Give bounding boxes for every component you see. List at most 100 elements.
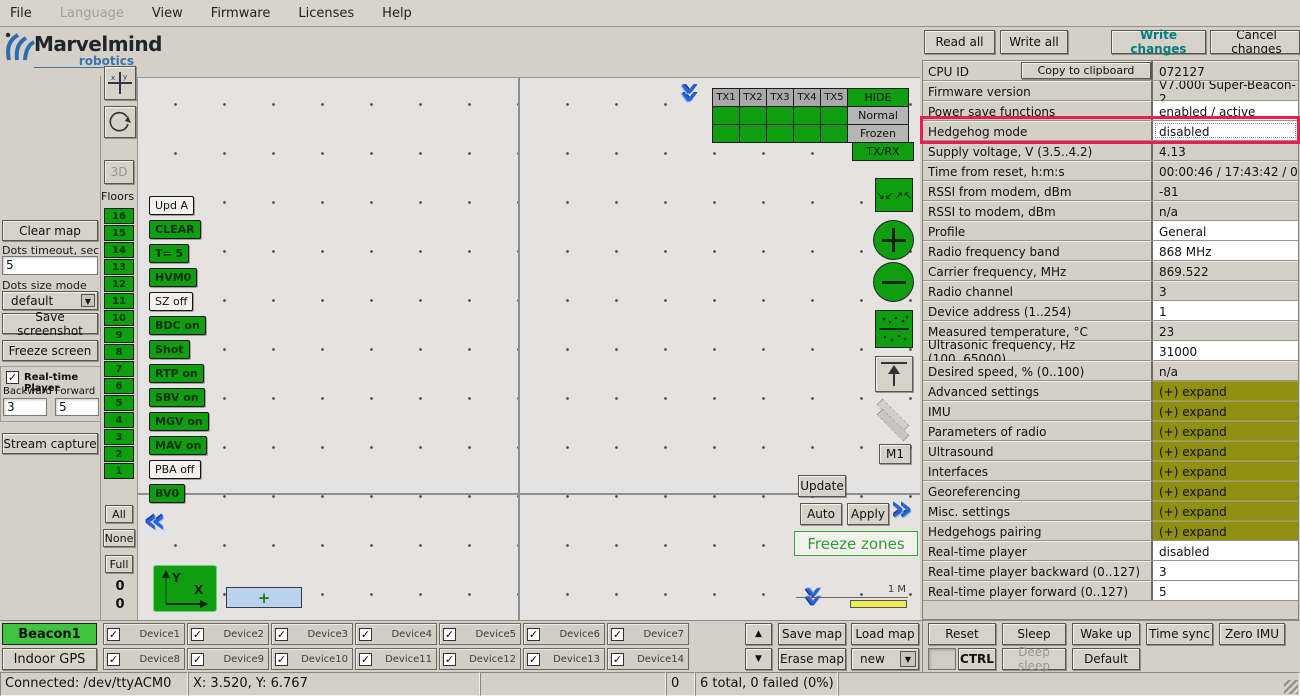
axes-view-button[interactable]: x y [104, 66, 136, 100]
menu-item-view[interactable]: View [152, 6, 183, 21]
collapse-up-icon[interactable]: » [677, 82, 703, 104]
checkbox-checked-icon[interactable]: ✓ [191, 628, 204, 641]
floor-button-9[interactable]: 9 [104, 327, 134, 343]
tool-button-shot[interactable]: Shot [149, 340, 190, 359]
parameter-value[interactable]: (+) expand [1153, 401, 1298, 420]
checkbox-checked-icon[interactable]: ✓ [443, 628, 456, 641]
m1-button[interactable]: M1 [879, 444, 911, 464]
device-toggle-device1[interactable]: ✓Device1 [103, 623, 185, 645]
copy-to-clipboard-button[interactable]: Copy to clipboard [1021, 62, 1151, 79]
checkbox-checked-icon[interactable]: ✓ [359, 653, 372, 666]
upload-icon[interactable] [875, 356, 913, 392]
chevron-down-icon[interactable]: ▼ [900, 651, 916, 667]
checkbox-checked-icon[interactable]: ✓ [611, 628, 624, 641]
parameter-value[interactable]: enabled / active [1153, 101, 1298, 120]
realtime-player-checkbox[interactable]: ✓ [6, 371, 19, 384]
tool-button-pba-off[interactable]: PBA off [149, 460, 201, 479]
tool-button-sz-off[interactable]: SZ off [149, 292, 193, 311]
time-sync-button[interactable]: Time sync [1146, 623, 1213, 645]
device-toggle-device4[interactable]: ✓Device4 [355, 623, 437, 645]
tool-button-mav-on[interactable]: MAV on [149, 436, 207, 455]
parameter-value[interactable]: disabled [1153, 541, 1298, 560]
load-map-button[interactable]: Load map [851, 623, 919, 645]
tool-button-sbv-on[interactable]: SBV on [149, 388, 205, 407]
erase-map-button[interactable]: Erase map [778, 648, 846, 670]
save-screenshot-button[interactable]: Save screenshot [2, 313, 98, 334]
tool-button-hvm0[interactable]: HVM0 [149, 268, 197, 287]
ctrl-button[interactable]: CTRL [958, 648, 996, 670]
deep-sleep-button[interactable]: Deep sleep [1002, 648, 1066, 670]
save-map-button[interactable]: Save map [778, 623, 846, 645]
stream-capture-button[interactable]: Stream capture [2, 433, 98, 454]
tx-header-tx1[interactable]: TX1 [712, 88, 740, 107]
floor-button-12[interactable]: 12 [104, 276, 134, 292]
wake-up-button[interactable]: Wake up [1072, 623, 1140, 645]
floor-button-1[interactable]: 1 [104, 463, 134, 479]
tx-header-tx2[interactable]: TX2 [739, 88, 767, 107]
floors-none-button[interactable]: None [103, 529, 135, 547]
device-toggle-device10[interactable]: ✓Device10 [271, 648, 353, 670]
add-submap-button[interactable]: + [226, 587, 302, 608]
parameter-value[interactable]: 3 [1153, 561, 1298, 580]
update-button[interactable]: Update [798, 475, 846, 497]
forward-input[interactable]: 5 [55, 398, 99, 416]
fit-to-screen-icon[interactable]: ↘↙↗↖ [875, 178, 913, 212]
floor-button-8[interactable]: 8 [104, 344, 134, 360]
tx-normal-cell[interactable] [712, 106, 740, 125]
collapse-left-icon[interactable]: « [144, 508, 166, 534]
checkbox-checked-icon[interactable]: ✓ [191, 653, 204, 666]
device-toggle-device3[interactable]: ✓Device3 [271, 623, 353, 645]
tool-button-mgv-on[interactable]: MGV on [149, 412, 209, 431]
clear-map-button[interactable]: Clear map [2, 220, 98, 241]
reset-button[interactable]: Reset [928, 623, 996, 645]
device-toggle-device9[interactable]: ✓Device9 [187, 648, 269, 670]
tool-button-t-5[interactable]: T= 5 [149, 244, 189, 263]
parameter-value[interactable]: 868 MHz [1153, 241, 1298, 260]
device-scroll-up-button[interactable]: ▲ [745, 623, 772, 645]
layers-icon[interactable] [869, 404, 919, 440]
chevron-down-icon[interactable]: ▼ [81, 294, 95, 307]
checkbox-checked-icon[interactable]: ✓ [527, 628, 540, 641]
tx-header-tx5[interactable]: TX5 [820, 88, 848, 107]
floor-button-7[interactable]: 7 [104, 361, 134, 377]
floor-button-15[interactable]: 15 [104, 225, 134, 241]
read-all-button[interactable]: Read all [924, 30, 995, 54]
hide-button[interactable]: HIDE [847, 88, 909, 107]
tx-normal-cell[interactable] [820, 106, 848, 125]
tx-frozen-cell[interactable] [820, 124, 848, 143]
device-toggle-device14[interactable]: ✓Device14 [607, 648, 689, 670]
device-toggle-device8[interactable]: ✓Device8 [103, 648, 185, 670]
tool-button-bv0[interactable]: BV0 [149, 484, 185, 503]
device-toggle-device12[interactable]: ✓Device12 [439, 648, 521, 670]
beacon1-tab[interactable]: Beacon1 [2, 623, 97, 645]
parameter-value[interactable]: 5 [1153, 581, 1298, 600]
floor-button-10[interactable]: 10 [104, 310, 134, 326]
normal-button[interactable]: Normal [847, 106, 909, 125]
apply-button[interactable]: Apply [847, 503, 889, 525]
threed-button[interactable]: 3D [104, 160, 134, 184]
floor-button-14[interactable]: 14 [104, 242, 134, 258]
parameter-value[interactable]: 1 [1153, 301, 1298, 320]
menu-item-licenses[interactable]: Licenses [298, 6, 354, 21]
floor-button-11[interactable]: 11 [104, 293, 134, 309]
floor-button-16[interactable]: 16 [104, 208, 134, 224]
floor-button-13[interactable]: 13 [104, 259, 134, 275]
floor-button-5[interactable]: 5 [104, 395, 134, 411]
parameter-value[interactable]: General [1153, 221, 1298, 240]
tx-normal-cell[interactable] [739, 106, 767, 125]
floor-button-2[interactable]: 2 [104, 446, 134, 462]
checkbox-checked-icon[interactable]: ✓ [275, 653, 288, 666]
parameter-value[interactable]: (+) expand [1153, 521, 1298, 540]
zoom-out-icon[interactable] [873, 262, 914, 302]
default-button[interactable]: Default [1072, 648, 1140, 670]
map-canvas[interactable]: » « » « TX1TX2TX3TX4TX5HIDE Normal Froze… [137, 77, 920, 620]
parameter-value[interactable]: (+) expand [1153, 381, 1298, 400]
device-scroll-down-button[interactable]: ▼ [745, 648, 772, 670]
sleep-button[interactable]: Sleep [1002, 623, 1066, 645]
coordinate-axes-icon[interactable]: Y X [153, 565, 217, 612]
rotate-icon[interactable] [104, 106, 136, 138]
tx-frozen-cell[interactable] [712, 124, 740, 143]
indoor-gps-tab[interactable]: Indoor GPS [2, 648, 97, 670]
tx-frozen-cell[interactable] [739, 124, 767, 143]
tool-button-clear[interactable]: CLEAR [149, 220, 201, 239]
